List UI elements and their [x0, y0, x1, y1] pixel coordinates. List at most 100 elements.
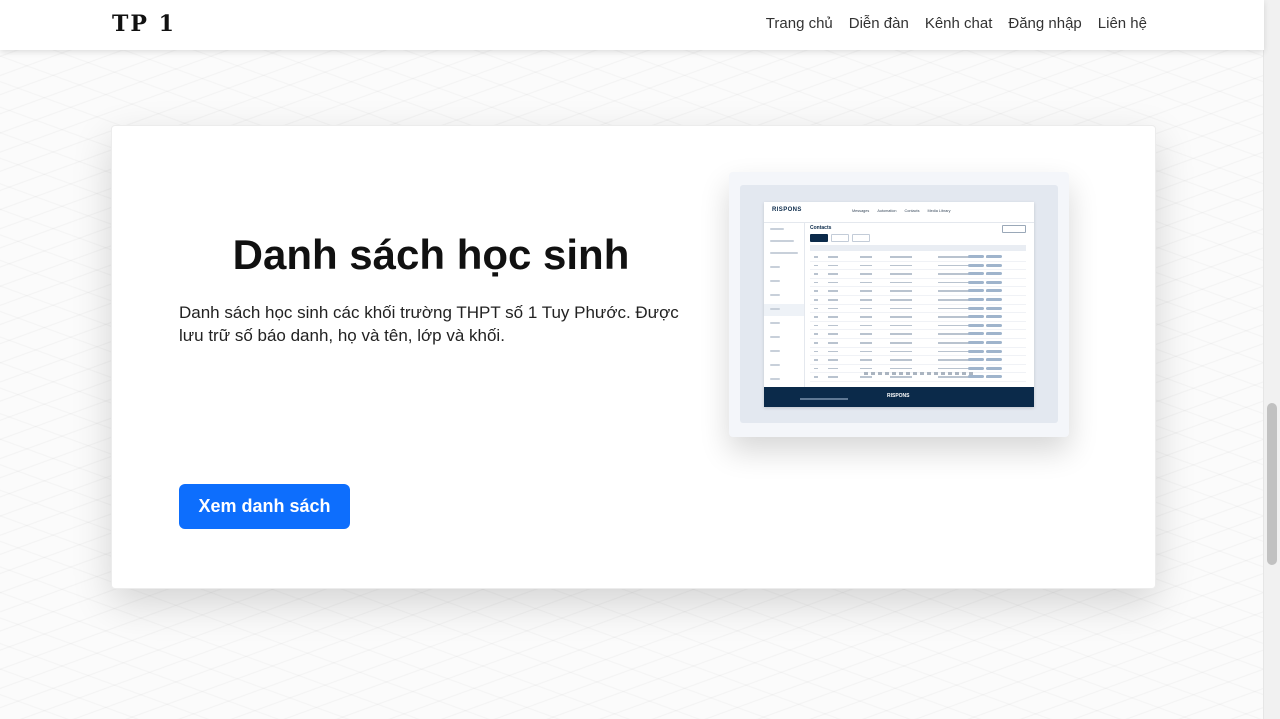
preview-table-tag [986, 255, 1002, 258]
preview-table-cell [938, 333, 972, 335]
nav-link-login[interactable]: Đăng nhập [1008, 15, 1081, 32]
preview-settings-button [1002, 225, 1026, 233]
preview-logo: RISPONS [772, 207, 802, 213]
preview-table-cell [828, 341, 838, 344]
preview-table-cell [938, 316, 972, 318]
preview-table-tag [968, 272, 984, 276]
preview-table-cell [938, 256, 972, 258]
preview-screen: RISPONS Messages Automation Contacts Med… [764, 202, 1034, 407]
preview-toolbar-button [831, 234, 849, 242]
scrollbar-thumb[interactable] [1267, 403, 1277, 565]
preview-table-row [810, 305, 1026, 314]
preview-sidebar-line [770, 336, 780, 338]
preview-table-tag [986, 375, 1002, 379]
preview-table-tag [986, 297, 1002, 301]
preview-table-cell [860, 298, 872, 301]
preview-table-cell [890, 359, 912, 361]
preview-table-cell [860, 367, 872, 370]
preview-table-cell [890, 376, 912, 378]
preview-table-cell [828, 316, 838, 318]
preview-table-cell [828, 273, 838, 275]
preview-table-cell [938, 324, 972, 327]
preview-table-tag [986, 340, 1002, 344]
preview-sidebar-line [770, 240, 794, 242]
preview-table-tag [986, 332, 1002, 336]
preview-table-tag [968, 375, 984, 379]
preview-sidebar-active [764, 304, 804, 316]
preview-table-cell [828, 290, 838, 292]
preview-table-header [810, 245, 1026, 251]
preview-sidebar-line [770, 350, 780, 352]
preview-table-tag [968, 349, 984, 353]
preview-table-tag [986, 263, 1002, 267]
nav-link-home[interactable]: Trang chủ [766, 15, 833, 32]
preview-table-row [810, 279, 1026, 288]
preview-toolbar-button [852, 234, 870, 242]
preview-sidebar-line [770, 322, 780, 324]
preview-table-cell [890, 367, 912, 370]
preview-table-cell [890, 290, 912, 292]
preview-table-cell [814, 376, 818, 378]
preview-sidebar-line [770, 280, 780, 282]
preview-menu-item: Contacts [904, 209, 920, 213]
preview-table-cell [828, 350, 838, 353]
preview-table-row [810, 339, 1026, 348]
preview-table-cell [938, 359, 972, 361]
card-title: Danh sách học sinh [232, 231, 630, 278]
preview-footer-line [800, 398, 848, 400]
preview-sidebar-line [770, 378, 780, 380]
preview-table-cell [890, 316, 912, 318]
preview-table-row [810, 322, 1026, 331]
preview-table-cell [860, 256, 872, 258]
nav-links: Trang chủ Diễn đàn Kênh chat Đăng nhập L… [766, 15, 1147, 32]
preview-table-tag [968, 263, 984, 267]
preview-table-cell [890, 273, 912, 275]
preview-table-cell [828, 333, 838, 335]
preview-table-tag [968, 289, 984, 293]
preview-table-cell [860, 290, 872, 292]
preview-menu: Messages Automation Contacts Media Libra… [852, 209, 951, 213]
preview-table-row [810, 356, 1026, 365]
preview-table-cell [890, 324, 912, 327]
card-description: Danh sách học sinh các khối trường THPT … [179, 303, 679, 345]
preview-table-row [810, 348, 1026, 357]
nav-link-chat[interactable]: Kênh chat [925, 15, 993, 32]
nav-link-contact[interactable]: Liên hệ [1098, 15, 1147, 32]
preview-table-cell [814, 290, 818, 292]
preview-table-cell [814, 350, 818, 353]
preview-table-cell [938, 367, 972, 370]
preview-table-cell [890, 298, 912, 301]
preview-sidebar-line [770, 294, 780, 296]
preview-pagination [864, 372, 974, 375]
preview-table-cell [938, 376, 972, 378]
preview-table-cell [938, 264, 972, 267]
preview-table-row [810, 313, 1026, 322]
preview-table-tag [986, 280, 1002, 284]
view-list-button[interactable]: Xem danh sách [179, 484, 350, 529]
preview-table-row [810, 287, 1026, 296]
preview-sidebar [764, 222, 805, 387]
preview-table-cell [814, 333, 818, 335]
page-scrollbar[interactable] [1263, 0, 1280, 719]
preview-table-cell [860, 273, 872, 275]
preview-menu-item: Automation [877, 209, 897, 213]
preview-backdrop: RISPONS Messages Automation Contacts Med… [740, 185, 1058, 423]
preview-table-cell [890, 333, 912, 335]
preview-table-cell [938, 281, 972, 284]
preview-table [810, 245, 1026, 382]
preview-table-cell [860, 350, 872, 353]
preview-table-cell [938, 273, 972, 275]
preview-table-cell [860, 324, 872, 327]
preview-image: RISPONS Messages Automation Contacts Med… [729, 172, 1069, 437]
top-navbar: TP 1 Trang chủ Diễn đàn Kênh chat Đăng n… [0, 0, 1264, 50]
preview-sidebar-line [770, 364, 780, 366]
nav-link-forum[interactable]: Diễn đàn [849, 15, 909, 32]
preview-table-cell [890, 256, 912, 258]
preview-table-row [810, 270, 1026, 279]
brand-logo[interactable]: TP 1 [112, 11, 176, 37]
preview-topbar: RISPONS Messages Automation Contacts Med… [764, 202, 1034, 223]
preview-sidebar-line [770, 252, 798, 254]
preview-table-cell [828, 376, 838, 378]
preview-table-cell [828, 281, 838, 284]
preview-toolbar-button [810, 234, 828, 242]
